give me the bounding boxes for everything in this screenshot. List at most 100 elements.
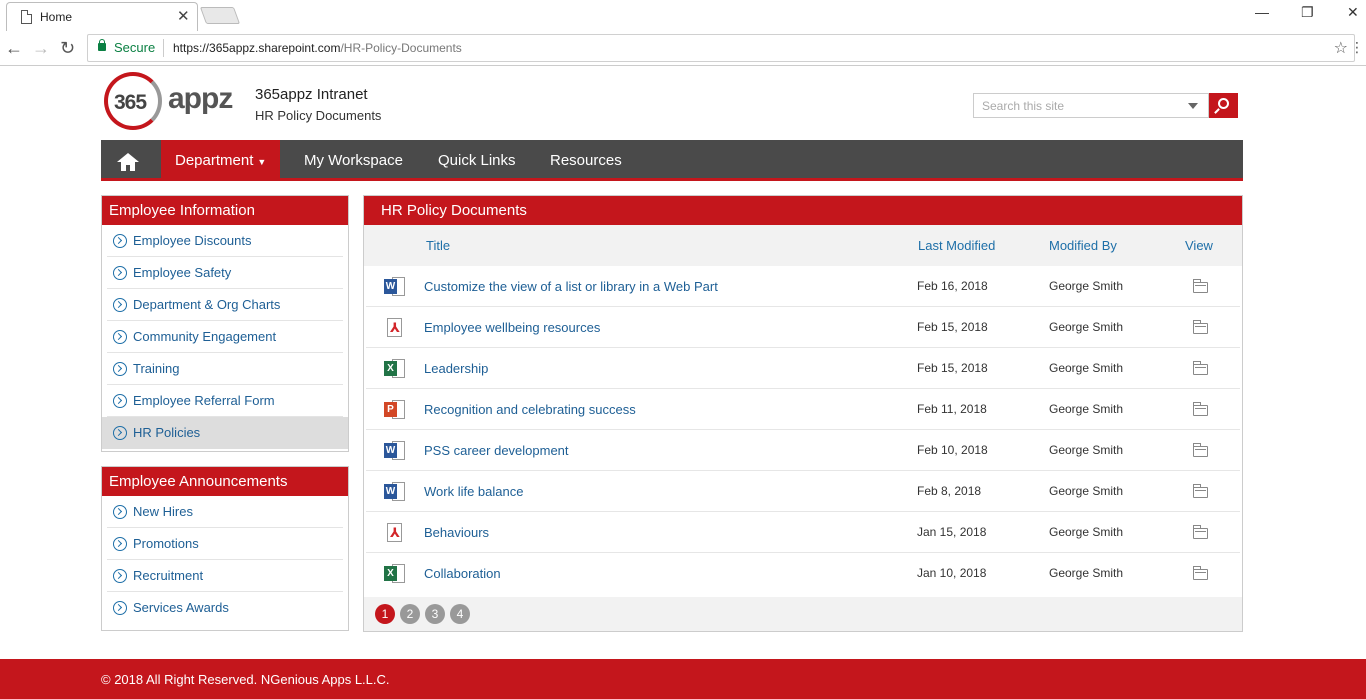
table-row: W Customize the view of a list or library… xyxy=(366,266,1240,307)
nav-my-workspace[interactable]: My Workspace xyxy=(304,140,403,181)
document-link[interactable]: Work life balance xyxy=(424,484,523,499)
new-tab-button[interactable] xyxy=(199,7,241,24)
copyright-text: © 2018 All Right Reserved. NGenious Apps… xyxy=(101,672,390,687)
column-modified-by[interactable]: Modified By xyxy=(1049,238,1117,253)
modified-by: George Smith xyxy=(1049,279,1124,293)
folder-icon[interactable] xyxy=(1193,443,1208,457)
home-icon xyxy=(117,153,139,171)
reload-icon[interactable]: ↻ xyxy=(60,38,75,59)
chevron-circle-icon xyxy=(113,569,127,583)
browser-tab[interactable]: Home ✕ xyxy=(6,2,198,31)
minimize-icon[interactable]: — xyxy=(1255,4,1269,20)
sidebar-item-employee-safety[interactable]: Employee Safety xyxy=(107,257,343,289)
folder-icon[interactable] xyxy=(1193,525,1208,539)
secure-label: Secure xyxy=(114,40,156,55)
tab-close-icon[interactable]: ✕ xyxy=(177,7,190,25)
table-row: W PSS career development Feb 10, 2018 Georg… xyxy=(366,430,1240,471)
nav-quick-links[interactable]: Quick Links xyxy=(438,140,516,181)
sidebar-item-promotions[interactable]: Promotions xyxy=(107,528,343,560)
chevron-circle-icon xyxy=(113,537,127,551)
modified-by: George Smith xyxy=(1049,361,1124,375)
folder-icon[interactable] xyxy=(1193,361,1208,375)
menu-icon[interactable]: ⋮ xyxy=(1350,39,1364,56)
table-row: X Leadership Feb 15, 2018 George Smith xyxy=(366,348,1240,389)
sidebar-item-services-awards[interactable]: Services Awards xyxy=(107,592,343,624)
page-button[interactable]: 4 xyxy=(450,604,470,624)
folder-icon[interactable] xyxy=(1193,484,1208,498)
modified-by: George Smith xyxy=(1049,566,1124,580)
modified-date: Jan 10, 2018 xyxy=(917,566,987,580)
dropdown-arrow-icon: ▼ xyxy=(257,157,267,167)
column-view: View xyxy=(1185,238,1213,253)
table-row: W Work life balance Feb 8, 2018 George Smit… xyxy=(366,471,1240,512)
modified-date: Feb 16, 2018 xyxy=(917,279,988,293)
word-file-icon: W xyxy=(384,276,405,297)
column-last-modified[interactable]: Last Modified xyxy=(918,238,995,253)
chevron-circle-icon xyxy=(113,426,127,440)
modified-by: George Smith xyxy=(1049,443,1124,457)
panel-heading: Employee Announcements xyxy=(102,467,348,496)
logo-word: appz xyxy=(168,82,233,115)
sidebar-item-training[interactable]: Training xyxy=(107,353,343,385)
nav-resources[interactable]: Resources xyxy=(550,140,622,181)
hr-policy-documents-panel: HR Policy Documents Title Last Modified … xyxy=(363,195,1243,632)
forward-icon[interactable]: → xyxy=(32,38,50,59)
panel-heading: Employee Information xyxy=(102,196,348,225)
document-link[interactable]: Employee wellbeing resources xyxy=(424,320,600,335)
sidebar-item-community-engagement[interactable]: Community Engagement xyxy=(107,321,343,353)
document-link[interactable]: Leadership xyxy=(424,361,488,376)
sidebar-item-recruitment[interactable]: Recruitment xyxy=(107,560,343,592)
page-button[interactable]: 1 xyxy=(375,604,395,624)
sidebar-item-employee-referral-form[interactable]: Employee Referral Form xyxy=(107,385,343,417)
chevron-down-icon[interactable] xyxy=(1188,103,1198,109)
table-row: P Recognition and celebrating success Feb … xyxy=(366,389,1240,430)
sidebar-item-department-org-charts[interactable]: Department & Org Charts xyxy=(107,289,343,321)
document-link[interactable]: Collaboration xyxy=(424,566,501,581)
modified-date: Feb 8, 2018 xyxy=(917,484,982,498)
word-file-icon: W xyxy=(384,440,405,461)
pdf-file-icon: ⅄ xyxy=(384,317,405,338)
pdf-file-icon: ⅄ xyxy=(384,522,405,543)
modified-by: George Smith xyxy=(1049,525,1124,539)
search-input[interactable]: Search this site xyxy=(973,93,1209,118)
pagination: 1234 xyxy=(364,597,1242,631)
page-icon xyxy=(21,10,32,24)
url-text: https://365appz.sharepoint.com/HR-Policy… xyxy=(173,41,462,55)
lock-icon xyxy=(98,39,106,51)
tab-title: Home xyxy=(40,10,73,24)
chevron-circle-icon xyxy=(113,601,127,615)
sidebar-item-hr-policies[interactable]: HR Policies xyxy=(102,417,348,449)
powerpoint-file-icon: P xyxy=(384,399,405,420)
nav-department[interactable]: Department ▼ xyxy=(161,140,280,181)
search-button[interactable] xyxy=(1209,93,1238,118)
chevron-circle-icon xyxy=(113,394,127,408)
folder-icon[interactable] xyxy=(1193,402,1208,416)
window-close-icon[interactable]: ✕ xyxy=(1347,4,1359,21)
back-icon[interactable]: ← xyxy=(5,38,23,59)
document-link[interactable]: PSS career development xyxy=(424,443,569,458)
restore-icon[interactable]: ❐ xyxy=(1301,4,1314,21)
folder-icon[interactable] xyxy=(1193,320,1208,334)
modified-by: George Smith xyxy=(1049,402,1124,416)
address-bar: ← → ↻ Secure https://365appz.sharepoint.… xyxy=(0,31,1366,66)
modified-by: George Smith xyxy=(1049,484,1124,498)
page-button[interactable]: 2 xyxy=(400,604,420,624)
document-link[interactable]: Behaviours xyxy=(424,525,489,540)
modified-date: Feb 15, 2018 xyxy=(917,320,988,334)
folder-icon[interactable] xyxy=(1193,566,1208,580)
column-title[interactable]: Title xyxy=(426,238,450,253)
search-placeholder: Search this site xyxy=(982,99,1065,113)
sidebar-item-new-hires[interactable]: New Hires xyxy=(107,496,343,528)
folder-icon[interactable] xyxy=(1193,279,1208,293)
url-input[interactable]: Secure https://365appz.sharepoint.com/HR… xyxy=(87,34,1355,62)
bookmark-star-icon[interactable]: ☆ xyxy=(1334,38,1348,58)
home-button[interactable] xyxy=(101,140,154,181)
modified-date: Feb 11, 2018 xyxy=(917,402,987,416)
document-link[interactable]: Customize the view of a list or library … xyxy=(424,279,718,294)
page-button[interactable]: 3 xyxy=(425,604,445,624)
site-title[interactable]: 365appz Intranet xyxy=(255,86,368,103)
panel-heading: HR Policy Documents xyxy=(364,196,1242,225)
document-link[interactable]: Recognition and celebrating success xyxy=(424,402,636,417)
excel-file-icon: X xyxy=(384,563,405,584)
sidebar-item-employee-discounts[interactable]: Employee Discounts xyxy=(107,225,343,257)
